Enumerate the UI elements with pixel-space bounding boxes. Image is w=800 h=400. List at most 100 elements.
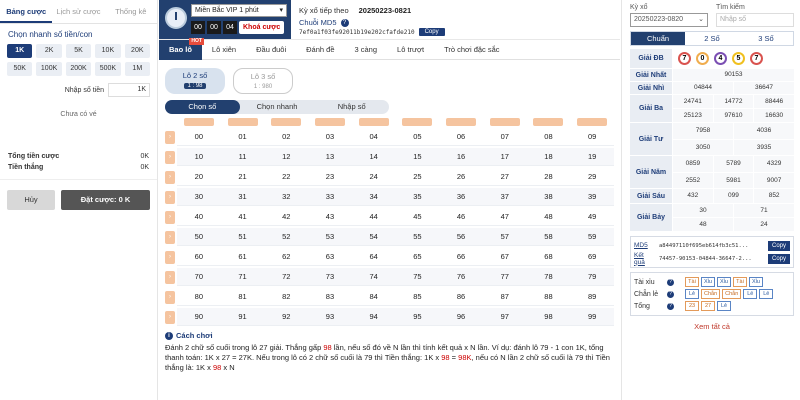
- number-cell[interactable]: 97: [482, 308, 527, 326]
- number-cell[interactable]: 48: [526, 208, 571, 226]
- number-cell[interactable]: 88: [526, 288, 571, 306]
- tab-3-so[interactable]: 3 Số: [739, 32, 793, 45]
- number-cell[interactable]: 22: [264, 168, 309, 186]
- tab-chuan[interactable]: Chuẩn: [631, 32, 685, 45]
- lo-3-so-option[interactable]: Lô 3 số 1 : 980: [233, 68, 293, 94]
- number-cell[interactable]: 76: [439, 268, 483, 286]
- number-cell[interactable]: 94: [351, 308, 396, 326]
- tab-bet-history[interactable]: Lịch sử cược: [52, 0, 104, 23]
- number-cell[interactable]: 84: [351, 288, 396, 306]
- tab-nhap-so[interactable]: Nhập số: [314, 100, 389, 114]
- help-icon[interactable]: ?: [340, 18, 349, 27]
- number-cell[interactable]: 20: [177, 168, 221, 186]
- bet-type-tab[interactable]: Lô xiên: [202, 40, 246, 60]
- number-cell[interactable]: 55: [395, 228, 440, 246]
- number-cell[interactable]: 02: [264, 128, 309, 146]
- number-cell[interactable]: 49: [570, 208, 615, 226]
- amount-chip[interactable]: 10K: [95, 44, 121, 58]
- number-cell[interactable]: 69: [570, 248, 615, 266]
- search-input[interactable]: Nhập số: [716, 13, 794, 27]
- number-cell[interactable]: 65: [395, 248, 440, 266]
- number-cell[interactable]: 53: [308, 228, 352, 246]
- number-cell[interactable]: 95: [395, 308, 440, 326]
- tab-bet-board[interactable]: Bảng cược: [0, 0, 53, 23]
- number-cell[interactable]: 92: [264, 308, 309, 326]
- column-select-button[interactable]: [402, 118, 433, 126]
- amount-chip[interactable]: 100K: [36, 62, 62, 76]
- number-cell[interactable]: 98: [526, 308, 571, 326]
- number-cell[interactable]: 14: [351, 148, 396, 166]
- column-select-button[interactable]: [314, 118, 345, 126]
- number-cell[interactable]: 03: [308, 128, 352, 146]
- number-cell[interactable]: 59: [570, 228, 615, 246]
- row-select-button[interactable]: ›: [165, 130, 175, 144]
- number-cell[interactable]: 57: [482, 228, 527, 246]
- number-cell[interactable]: 24: [351, 168, 396, 186]
- bet-type-tab[interactable]: Đánh đề: [296, 40, 344, 60]
- number-cell[interactable]: 45: [395, 208, 440, 226]
- number-cell[interactable]: 23: [308, 168, 352, 186]
- number-cell[interactable]: 80: [177, 288, 221, 306]
- bet-type-tab[interactable]: 3 càng: [345, 40, 388, 60]
- number-cell[interactable]: 28: [526, 168, 571, 186]
- column-select-button[interactable]: [489, 118, 520, 126]
- row-select-button[interactable]: ›: [165, 230, 175, 244]
- number-cell[interactable]: 17: [482, 148, 527, 166]
- number-cell[interactable]: 54: [351, 228, 396, 246]
- number-cell[interactable]: 44: [351, 208, 396, 226]
- amount-chip[interactable]: 50K: [7, 62, 33, 76]
- copy-md5-result-button[interactable]: Copy: [767, 240, 790, 251]
- number-cell[interactable]: 25: [395, 168, 440, 186]
- column-select-button[interactable]: [446, 118, 477, 126]
- number-cell[interactable]: 09: [570, 128, 615, 146]
- row-select-button[interactable]: ›: [165, 150, 175, 164]
- number-cell[interactable]: 26: [439, 168, 483, 186]
- bet-type-tab[interactable]: Trò chơi đặc sắc: [434, 40, 510, 60]
- number-cell[interactable]: 72: [264, 268, 309, 286]
- number-cell[interactable]: 32: [264, 188, 309, 206]
- number-cell[interactable]: 63: [308, 248, 352, 266]
- game-select[interactable]: Miền Bắc VIP 1 phút ▾: [191, 4, 287, 17]
- copy-md5-button[interactable]: Copy: [418, 28, 445, 36]
- bet-type-tab[interactable]: Đầu đuôi: [246, 40, 296, 60]
- number-cell[interactable]: 83: [308, 288, 352, 306]
- row-select-button[interactable]: ›: [165, 170, 175, 184]
- column-select-button[interactable]: [271, 118, 302, 126]
- number-cell[interactable]: 19: [570, 148, 615, 166]
- help-icon[interactable]: ?: [667, 278, 674, 286]
- help-icon[interactable]: ?: [667, 302, 674, 310]
- number-cell[interactable]: 62: [264, 248, 309, 266]
- number-cell[interactable]: 21: [220, 168, 265, 186]
- number-cell[interactable]: 05: [395, 128, 440, 146]
- lo-2-so-option[interactable]: Lô 2 số 1 : 98: [165, 68, 225, 94]
- bet-type-tab[interactable]: Bao lô HOT: [159, 37, 204, 60]
- number-cell[interactable]: 43: [308, 208, 352, 226]
- number-cell[interactable]: 85: [395, 288, 440, 306]
- number-cell[interactable]: 56: [439, 228, 483, 246]
- number-cell[interactable]: 11: [220, 148, 265, 166]
- number-cell[interactable]: 18: [526, 148, 571, 166]
- amount-chip[interactable]: 500K: [95, 62, 121, 76]
- number-cell[interactable]: 00: [177, 128, 221, 146]
- number-cell[interactable]: 34: [351, 188, 396, 206]
- number-cell[interactable]: 67: [482, 248, 527, 266]
- number-cell[interactable]: 75: [395, 268, 440, 286]
- number-cell[interactable]: 96: [439, 308, 483, 326]
- column-select-button[interactable]: [533, 118, 564, 126]
- amount-chip[interactable]: 1M: [124, 62, 150, 76]
- number-cell[interactable]: 38: [526, 188, 571, 206]
- number-cell[interactable]: 71: [220, 268, 265, 286]
- row-select-button[interactable]: ›: [165, 250, 175, 264]
- amount-chip[interactable]: 1K: [7, 44, 33, 58]
- bet-type-tab[interactable]: Lô trượt: [387, 40, 434, 60]
- column-select-button[interactable]: [358, 118, 389, 126]
- amount-chip[interactable]: 5K: [65, 44, 92, 58]
- number-cell[interactable]: 30: [177, 188, 221, 206]
- number-cell[interactable]: 13: [308, 148, 352, 166]
- number-cell[interactable]: 52: [264, 228, 309, 246]
- see-all-link[interactable]: Xem tất cả: [630, 322, 794, 331]
- number-cell[interactable]: 61: [220, 248, 265, 266]
- number-cell[interactable]: 74: [351, 268, 396, 286]
- number-cell[interactable]: 87: [482, 288, 527, 306]
- number-cell[interactable]: 66: [439, 248, 483, 266]
